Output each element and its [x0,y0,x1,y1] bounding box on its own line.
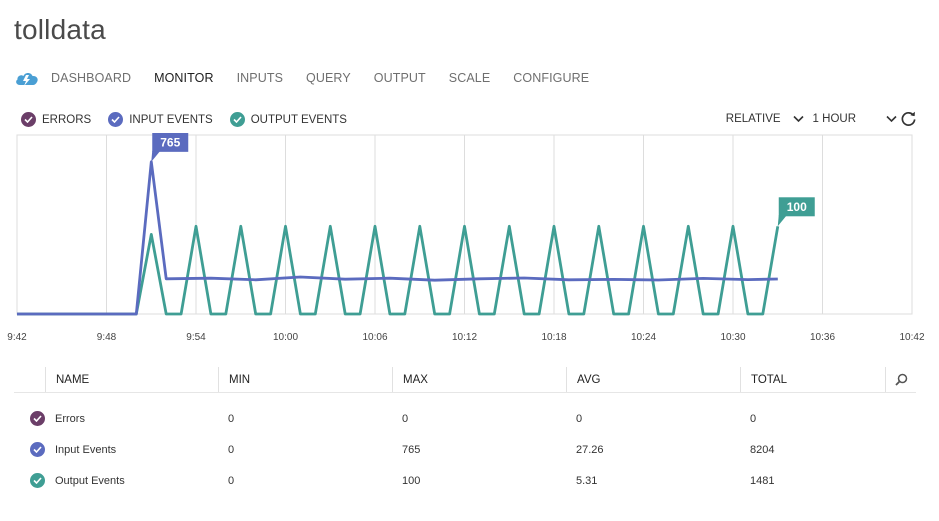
row-min: 0 [228,474,235,487]
legend-toggle-output-events[interactable]: OUTPUT EVENTS [229,112,347,127]
row-avg: 27.26 [576,443,604,456]
col-header-name[interactable]: NAME [45,367,218,392]
tab-dashboard[interactable]: DASHBOARD [51,71,131,85]
x-tick-label: 9:48 [97,332,117,343]
x-tick-label: 10:24 [631,332,656,343]
x-tick-label: 10:42 [899,332,924,343]
x-tick-label: 9:42 [7,332,27,343]
row-max: 765 [402,443,421,456]
check-icon [108,112,124,127]
x-tick-label: 10:12 [452,332,477,343]
table-search-button[interactable] [885,367,916,392]
stream-analytics-cloud-icon [16,73,38,86]
refresh-icon[interactable] [900,110,917,127]
row-min: 0 [228,443,235,456]
row-name: Input Events [55,443,117,456]
legend-toggle-input-events[interactable]: INPUT EVENTS [108,112,213,127]
legend-label-errors: ERRORS [42,113,92,126]
x-tick-label: 9:54 [186,332,206,343]
x-tick-label: 10:18 [541,332,566,343]
col-header-total[interactable]: TOTAL [740,367,885,392]
chevron-down-icon [792,115,804,122]
row-name: Errors [55,412,85,425]
check-icon [21,112,36,127]
tab-output[interactable]: OUTPUT [374,71,426,85]
metrics-table: NAME MIN MAX AVG TOTAL Errors 0 0 0 0 In… [14,367,916,496]
output-events-line [17,224,780,316]
search-icon [894,373,907,386]
tab-scale[interactable]: SCALE [449,71,491,85]
row-total: 0 [750,412,757,425]
check-icon[interactable] [30,411,45,426]
tab-configure[interactable]: CONFIGURE [513,71,589,85]
monitor-line-chart: 9:42 9:48 9:54 10:00 10:06 10:12 10:18 10:24 10:… [7,133,925,343]
row-max: 100 [402,474,421,487]
range-span-value: 1 HOUR [812,112,856,125]
range-mode-select[interactable]: RELATIVE [726,113,804,125]
row-min: 0 [228,412,235,425]
table-body: Errors 0 0 0 0 Input Events 0 765 27.26 … [14,403,916,496]
row-total: 8204 [750,443,775,456]
check-icon[interactable] [30,442,45,457]
time-range-controls: RELATIVE 1 HOUR [726,110,917,127]
table-row: Errors 0 0 0 0 [14,403,916,434]
output-events-callout-pointer [777,215,787,227]
row-avg: 0 [576,412,583,425]
table-row: Input Events 0 765 27.26 8204 [14,434,916,465]
row-name: Output Events [55,474,125,487]
page-title: tolldata [14,14,106,45]
col-header-avg[interactable]: AVG [566,367,740,392]
row-total: 1481 [750,474,775,487]
check-icon [229,112,245,127]
tab-query[interactable]: QUERY [306,71,351,85]
row-avg: 5.31 [576,474,598,487]
x-tick-label: 10:00 [273,332,298,343]
legend-label-input-events: INPUT EVENTS [129,113,213,126]
output-events-callout-value: 100 [787,200,807,214]
table-header: NAME MIN MAX AVG TOTAL [14,367,916,393]
monitor-tab-bar: DASHBOARD MONITOR INPUTS QUERY OUTPUT SC… [14,66,612,90]
x-tick-label: 10:36 [810,332,835,343]
check-icon[interactable] [30,473,45,488]
chart-legend: ERRORS INPUT EVENTS OUTPUT EVENTS [21,112,364,127]
tab-monitor[interactable]: MONITOR [154,71,214,85]
x-tick-label: 10:06 [362,332,387,343]
x-tick-label: 10:30 [720,332,745,343]
input-events-line [17,160,778,316]
col-header-max[interactable]: MAX [392,367,566,392]
col-header-min[interactable]: MIN [218,367,392,392]
chevron-down-icon [886,115,897,122]
row-max: 0 [402,412,409,425]
legend-toggle-errors[interactable]: ERRORS [21,112,91,127]
legend-label-output-events: OUTPUT EVENTS [250,113,347,126]
input-events-callout-value: 765 [160,135,180,149]
tab-inputs[interactable]: INPUTS [237,71,283,85]
range-mode-value: RELATIVE [725,112,781,125]
table-row: Output Events 0 100 5.31 1481 [14,465,916,496]
input-events-callout-pointer [151,150,161,162]
range-span-select[interactable]: 1 HOUR [813,113,897,125]
